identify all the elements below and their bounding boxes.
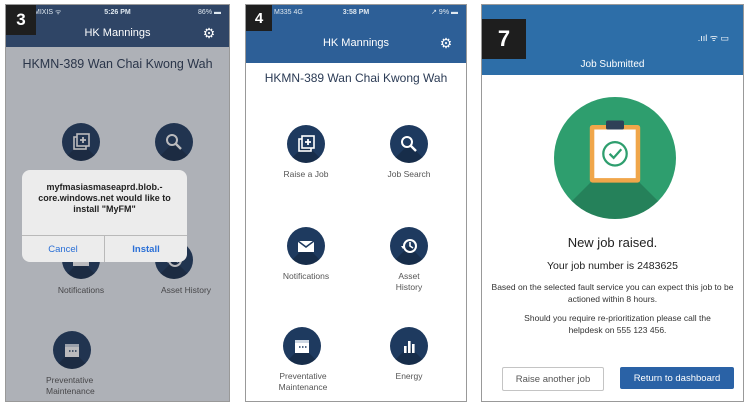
- expectation-text: Based on the selected fault service you …: [491, 282, 734, 304]
- tile-energy[interactable]: Energy: [361, 327, 457, 382]
- install-dialog: myfmasiasmaseaprd.blob.-core.windows.net…: [22, 170, 187, 262]
- step-badge: 4: [246, 5, 272, 31]
- clock-text: 5:26 PM: [104, 8, 131, 16]
- install-button[interactable]: Install: [104, 236, 187, 262]
- tile-label: Job Search: [387, 169, 431, 179]
- status-bar: M335 4G 3:58 PM ↗ 9% ▬: [246, 5, 466, 19]
- tile-asset-history[interactable]: Asset History: [361, 227, 457, 293]
- tile-label: Energy: [395, 371, 423, 381]
- calendar-icon: [295, 340, 309, 353]
- status-bar: MIXIS ᯤ 5:26 PM 86% ▬: [6, 5, 229, 19]
- gear-icon[interactable]: ⚙: [438, 35, 454, 51]
- step-badge: 3: [6, 5, 36, 35]
- dialog-message: myfmasiasmaseaprd.blob.-core.windows.net…: [38, 182, 171, 214]
- tile-raise-job[interactable]: Raise a Job: [258, 125, 354, 180]
- helpdesk-text: Should you require re-prioritization ple…: [524, 313, 711, 335]
- page-title: Job Submitted: [580, 59, 645, 70]
- battery-text: 86% ▬: [198, 8, 221, 16]
- tile-preventative-maintenance[interactable]: Preventative Maintenance: [254, 327, 350, 393]
- site-title: HKMN-389 Wan Chai Kwong Wah: [264, 71, 448, 85]
- mail-icon: [297, 240, 315, 252]
- screenshot-panel-3: 3 MIXIS ᯤ 5:26 PM 86% ▬ HK Mannings ⚙ HK…: [5, 4, 230, 402]
- job-number-text: Your job number is 2483625: [547, 260, 678, 272]
- raise-another-job-button[interactable]: Raise another job: [502, 367, 604, 391]
- return-to-dashboard-button[interactable]: Return to dashboard: [620, 367, 734, 389]
- search-icon: [401, 136, 417, 152]
- bar-chart-icon: [404, 341, 415, 353]
- nav-bar: HK Mannings ⚙: [246, 29, 466, 57]
- gear-icon[interactable]: ⚙: [201, 25, 217, 41]
- history-icon: [401, 239, 417, 253]
- screenshot-panel-7: 7 .ııl ᯤ ▭ Job Submitted New job raised.…: [481, 4, 744, 402]
- cancel-button[interactable]: Cancel: [22, 236, 104, 262]
- step-badge: 7: [482, 19, 526, 59]
- tile-label: Asset History: [395, 271, 423, 292]
- nav-title: HK Mannings: [322, 37, 390, 49]
- status-icons: .ııl ᯤ ▭: [697, 33, 729, 43]
- success-graphic: [554, 97, 676, 219]
- nav-title: HK Mannings: [84, 27, 151, 39]
- screenshot-panel-4: 4 M335 4G 3:58 PM ↗ 9% ▬ HK Mannings ⚙ H…: [245, 4, 467, 402]
- tile-label: Preventative Maintenance: [278, 371, 328, 392]
- add-icon: [298, 135, 315, 152]
- tile-label: Notifications: [282, 271, 330, 281]
- clipboard-check-icon: [589, 120, 641, 183]
- tile-label: Raise a Job: [283, 169, 329, 179]
- nav-bar: HK Mannings ⚙: [6, 19, 229, 47]
- battery-text: ↗ 9% ▬: [431, 9, 458, 16]
- result-heading: New job raised.: [567, 235, 658, 250]
- tile-job-search[interactable]: Job Search: [361, 125, 457, 180]
- tile-notifications[interactable]: Notifications: [258, 227, 354, 282]
